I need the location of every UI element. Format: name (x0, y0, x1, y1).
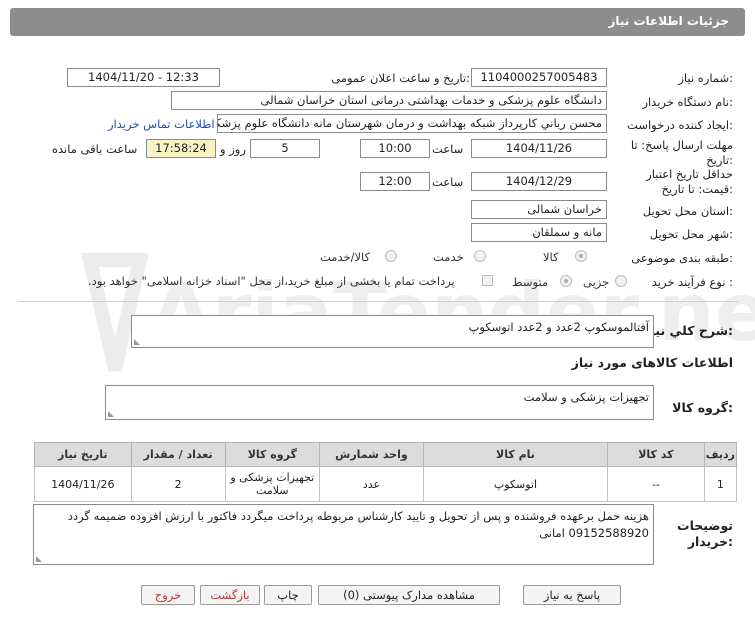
category-goods-service-radio[interactable] (385, 250, 397, 262)
remaining-time-label: ساعت باقی مانده (52, 142, 138, 156)
section-divider (18, 301, 738, 302)
process-medium-label: متوسط (512, 275, 549, 289)
buyer-contact-link[interactable]: اطلاعات تماس خریدار (108, 117, 215, 131)
validity-label-2: قیمت: تا تاریخ: (661, 182, 733, 196)
table-cell-quantity: 2 (130, 466, 226, 502)
view-attachments-button[interactable]: مشاهده مدارک پیوستی (0) (318, 585, 500, 605)
creator-field: محسن رباني كارپرداز شبكه بهداشت و درمان … (217, 114, 607, 133)
announce-date-field: 1404/11/20 - 12:33 (67, 68, 220, 87)
summary-text: آفتالموسکوپ 2عدد و 2عدد اتوسکوپ (468, 320, 649, 334)
table-header-cell: ردیف (703, 442, 738, 467)
table-header-cell: تعداد / مقدار (130, 442, 226, 467)
buyer-notes-label-2: خریدار: (687, 534, 733, 549)
treasury-payment-checkbox[interactable] (482, 275, 493, 286)
city-label: شهر محل تحویل: (649, 227, 733, 241)
city-field: مانه و سملقان (471, 223, 607, 242)
table-cell-goods-group: تجهیزات پزشکی و سلامت (224, 466, 320, 502)
days-label: روز و (220, 142, 246, 156)
resize-handle-icon (36, 556, 42, 562)
goods-group-text: تجهیزات پزشکی و سلامت (523, 390, 649, 404)
buyer-org-field: دانشگاه علوم پزشکی و خدمات بهداشتی درمان… (171, 91, 607, 110)
table-row: 1 -- اتوسکوپ عدد تجهیزات پزشکی و سلامت 2… (34, 466, 738, 502)
category-goods-service-label: کالا/خدمت (320, 250, 371, 264)
validity-time-label: ساعت (432, 175, 464, 189)
table-cell-goods-name: اتوسکوپ (423, 466, 608, 502)
category-label: طبقه بندی موضوعی: (631, 251, 733, 265)
validity-date-field: 1404/12/29 (471, 172, 607, 191)
summary-textarea: آفتالموسکوپ 2عدد و 2عدد اتوسکوپ (131, 315, 654, 348)
table-cell-unit: عدد (318, 466, 425, 502)
title-bar: جزئیات اطلاعات نیاز (0, 0, 755, 44)
reply-time-field: 10:00 (360, 139, 430, 158)
need-number-field: 1104000257005483 (471, 68, 607, 87)
process-minor-radio[interactable] (615, 275, 627, 287)
treasury-payment-note: پرداخت تمام یا بخشی از مبلغ خرید،از محل … (88, 274, 455, 288)
announce-date-label: تاریخ و ساعت اعلان عمومی: (331, 71, 470, 85)
buyer-notes-textarea: هزینه حمل برعهده فروشنده و پس از تحویل و… (33, 504, 654, 565)
goods-info-title: اطلاعات کالاهای مورد نیاز (571, 355, 733, 370)
print-button[interactable]: چاپ (264, 585, 312, 605)
resize-handle-icon (108, 411, 114, 417)
items-table: ردیف کد کالا نام کالا واحد شمارش گروه کا… (34, 442, 738, 502)
table-header-cell: گروه کالا (224, 442, 320, 467)
validity-time-field: 12:00 (360, 172, 430, 191)
table-header-cell: نام کالا (423, 442, 608, 467)
goods-group-label: گروه کالا: (672, 400, 733, 415)
province-field: خراسان شمالی (471, 200, 607, 219)
table-header-cell: تاریخ نیاز (34, 442, 132, 467)
back-button[interactable]: بازگشت (200, 585, 260, 605)
reply-time-label: ساعت (432, 142, 464, 156)
goods-group-textarea: تجهیزات پزشکی و سلامت (105, 385, 654, 420)
province-label: استان محل تحویل: (642, 204, 733, 218)
buyer-org-label: نام دستگاه خریدار: (642, 95, 733, 109)
category-service-label: خدمت (433, 250, 464, 264)
title-bar-background: جزئیات اطلاعات نیاز (10, 8, 745, 36)
category-goods-label: کالا (543, 250, 559, 264)
summary-label: شرح كلي نياز: (643, 323, 734, 338)
reply-deadline-label: مهلت ارسال پاسخ: تا (630, 138, 733, 152)
exit-button[interactable]: خروج (141, 585, 195, 605)
days-count-field: 5 (250, 139, 320, 158)
reply-date-field: 1404/11/26 (471, 139, 607, 158)
reply-deadline-label-2: تاریخ: (706, 153, 733, 167)
table-header-cell: واحد شمارش (318, 442, 425, 467)
process-label: نوع فرآیند خرید : (651, 275, 733, 289)
creator-label: ایجاد کننده درخواست: (627, 118, 733, 132)
table-header-row: ردیف کد کالا نام کالا واحد شمارش گروه کا… (34, 442, 738, 467)
validity-label: حداقل تاریخ اعتبار (646, 167, 733, 181)
category-service-radio[interactable] (474, 250, 486, 262)
table-cell-need-date: 1404/11/26 (34, 466, 132, 502)
buyer-notes-text: هزینه حمل برعهده فروشنده و پس از تحویل و… (67, 509, 649, 540)
resize-handle-icon (134, 339, 140, 345)
remaining-time-field: 17:58:24 (146, 139, 216, 158)
table-header-cell: کد کالا (606, 442, 705, 467)
need-number-label: شماره نیاز: (678, 71, 733, 85)
category-goods-radio[interactable] (575, 250, 587, 262)
process-medium-radio[interactable] (560, 275, 572, 287)
buyer-notes-label: توضیحات (677, 518, 733, 533)
table-cell-goods-code: -- (606, 466, 705, 502)
table-cell-row-number: 1 (703, 466, 738, 502)
page-title: جزئیات اطلاعات نیاز (608, 14, 729, 28)
reply-button[interactable]: پاسخ به نیاز (523, 585, 621, 605)
process-minor-label: جزیی (583, 275, 610, 289)
